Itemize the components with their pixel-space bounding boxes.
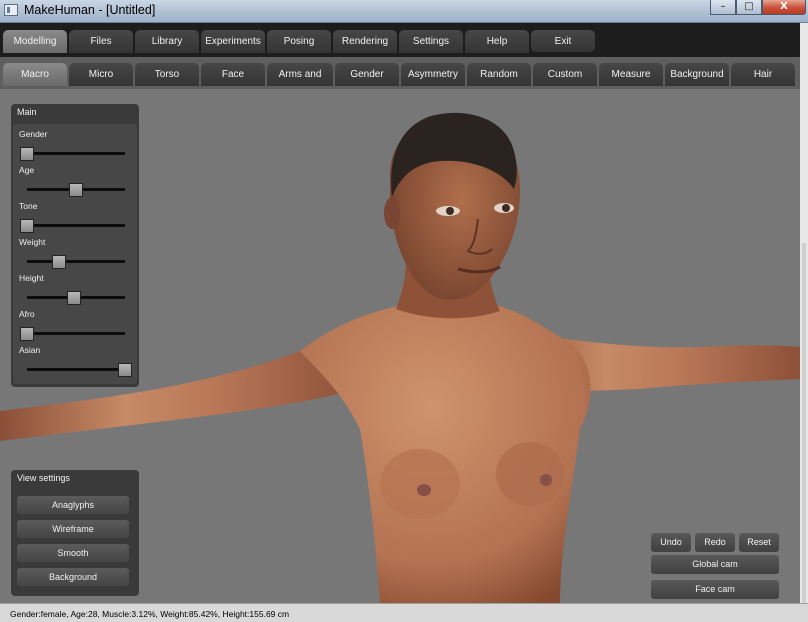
afro-slider[interactable]	[27, 332, 125, 335]
redo-button[interactable]: Redo	[695, 533, 735, 552]
subtab-macro[interactable]: Macro	[3, 63, 67, 86]
asian-label: Asian	[19, 345, 41, 355]
view-settings-panel: View settings Anaglyphs Wireframe Smooth…	[11, 470, 139, 596]
tab-rendering[interactable]: Rendering	[333, 30, 397, 53]
background-button[interactable]: Background	[17, 568, 129, 586]
status-bar: Gender:female, Age:28, Muscle:3.12%, Wei…	[0, 603, 808, 622]
wireframe-button[interactable]: Wireframe	[17, 520, 129, 538]
smooth-button[interactable]: Smooth	[17, 544, 129, 562]
subtab-torso[interactable]: Torso	[135, 63, 199, 86]
tab-exit[interactable]: Exit	[531, 30, 595, 52]
tab-modelling[interactable]: Modelling	[3, 30, 67, 53]
tab-library[interactable]: Library	[135, 30, 199, 53]
tone-label: Tone	[19, 201, 38, 211]
app-icon	[4, 4, 18, 16]
minimize-icon[interactable]: –	[710, 0, 736, 15]
close-icon[interactable]: X	[762, 0, 806, 15]
afro-label: Afro	[19, 309, 35, 319]
subtab-arms-and-legs[interactable]: Arms and Legs	[267, 63, 333, 103]
subtab-random[interactable]: Random	[467, 63, 531, 86]
tone-slider[interactable]	[27, 224, 125, 227]
tab-files[interactable]: Files	[69, 30, 133, 53]
tone-slider-thumb[interactable]	[20, 219, 34, 233]
status-text: Gender:female, Age:28, Muscle:3.12%, Wei…	[10, 609, 290, 619]
window-controls: – □ X	[710, 0, 806, 16]
gender-label: Gender	[19, 129, 48, 139]
tab-help[interactable]: Help	[465, 30, 529, 53]
weight-slider-thumb[interactable]	[52, 255, 67, 269]
face-cam-button[interactable]: Face cam	[651, 580, 779, 599]
subtab-micro[interactable]: Micro	[69, 63, 133, 86]
undo-button[interactable]: Undo	[651, 533, 691, 552]
maximize-icon[interactable]: □	[736, 0, 762, 15]
subtab-face[interactable]: Face	[201, 63, 265, 86]
weight-slider[interactable]	[27, 260, 125, 263]
window-titlebar: MakeHuman - [Untitled] – □ X	[0, 0, 808, 23]
tab-experiments[interactable]: Experiments	[201, 30, 265, 53]
weight-label: Weight	[19, 237, 46, 247]
asian-slider-thumb[interactable]	[118, 363, 132, 377]
reset-button[interactable]: Reset	[739, 533, 779, 552]
subtab-measure[interactable]: Measure	[599, 63, 663, 86]
tab-settings[interactable]: Settings	[399, 30, 463, 53]
view-settings-title: View settings	[17, 473, 70, 483]
anaglyphs-button[interactable]: Anaglyphs	[17, 496, 129, 514]
asian-slider[interactable]	[27, 368, 125, 371]
main-panel: Main Gender Age Tone Weight Height Afro …	[11, 104, 139, 387]
afro-slider-thumb[interactable]	[20, 327, 34, 341]
right-window-edge	[800, 23, 808, 603]
subtab-background[interactable]: Background	[665, 63, 729, 86]
main-panel-body: Gender Age Tone Weight Height Afro Asian	[13, 124, 137, 384]
global-cam-button[interactable]: Global cam	[651, 555, 779, 574]
main-panel-title: Main	[17, 107, 37, 117]
subtab-custom[interactable]: Custom	[533, 63, 597, 86]
window-title: MakeHuman - [Untitled]	[24, 3, 156, 17]
gender-slider-thumb[interactable]	[20, 147, 34, 161]
subtab-hair[interactable]: Hair	[731, 63, 795, 86]
age-slider-thumb[interactable]	[69, 183, 83, 197]
age-label: Age	[19, 165, 35, 175]
subtab-gender[interactable]: Gender	[335, 63, 399, 86]
height-slider-thumb[interactable]	[67, 291, 82, 305]
tab-posing[interactable]: Posing	[267, 30, 331, 53]
subtab-asymmetry[interactable]: Asymmetry	[401, 63, 465, 86]
height-label: Height	[19, 273, 44, 283]
gender-slider[interactable]	[27, 152, 125, 155]
